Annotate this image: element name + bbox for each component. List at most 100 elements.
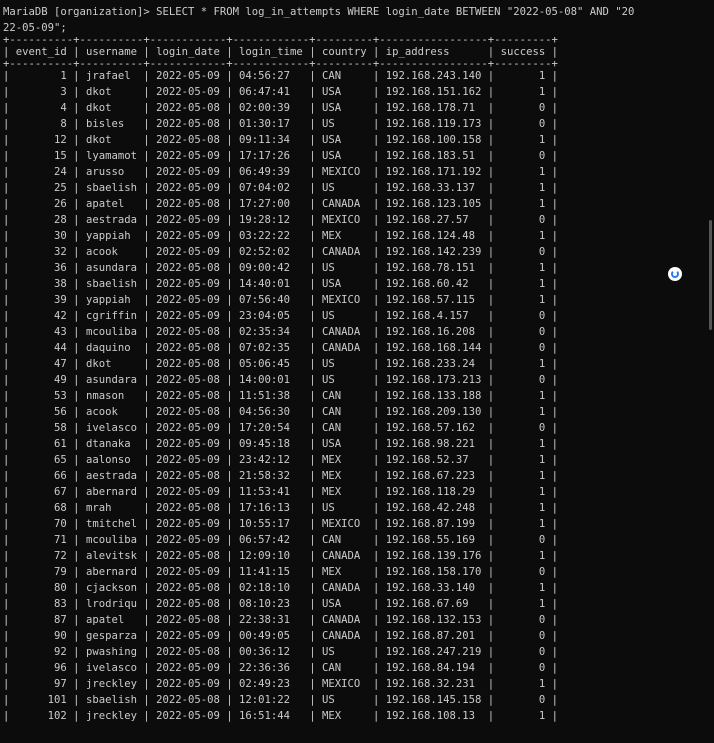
cell-login-time: 09:00:42 [239, 262, 303, 274]
column-separator: | [302, 70, 322, 82]
column-separator: | [366, 598, 386, 610]
column-separator: | [545, 550, 558, 562]
column-separator: | [66, 678, 86, 690]
column-separator: | [219, 294, 240, 306]
column-separator: | [219, 326, 240, 338]
column-separator: | [302, 710, 322, 722]
column-separator: | [302, 422, 322, 434]
cell-country: MEXICO [321, 294, 367, 306]
cell-login-time: 21:58:32 [239, 470, 303, 482]
column-separator: | [3, 710, 16, 722]
cell-event-id: 61 [15, 438, 67, 450]
cell-username: mcouliba [85, 326, 137, 338]
cell-login-time: 06:57:42 [239, 534, 303, 546]
column-separator: | [545, 134, 558, 146]
cell-event-id: 28 [15, 214, 67, 226]
cell-login-time: 02:52:02 [239, 246, 303, 258]
cell-ip-address: 192.168.233.24 [385, 358, 482, 370]
column-separator: | [545, 86, 558, 98]
column-separator: | [66, 390, 86, 402]
column-separator: | [66, 86, 86, 98]
cell-success: 1 [500, 454, 546, 466]
cell-event-id: 30 [15, 230, 67, 242]
column-separator: | [66, 150, 86, 162]
cell-event-id: 26 [15, 198, 67, 210]
cell-country: CAN [321, 390, 367, 402]
cell-login-time: 00:49:05 [239, 630, 303, 642]
cell-success: 0 [500, 150, 546, 162]
cell-login-time: 05:06:45 [239, 358, 303, 370]
column-separator: | [302, 438, 322, 450]
cell-success: 1 [500, 262, 546, 274]
column-separator: | [302, 390, 322, 402]
column-separator: | [545, 646, 558, 658]
column-separator: | [302, 326, 322, 338]
cell-ip-address: 192.168.84.194 [385, 662, 482, 674]
cell-login-date: 2022-05-08 [156, 358, 220, 370]
column-separator: | [3, 326, 16, 338]
table-border-header: +----------+----------+------------+----… [3, 58, 558, 70]
cell-country: US [321, 262, 367, 274]
cell-login-date: 2022-05-09 [156, 214, 220, 226]
cell-event-id: 71 [15, 534, 67, 546]
cell-username: asundara [85, 262, 137, 274]
column-separator: | [3, 518, 16, 530]
column-separator: | [66, 486, 86, 498]
column-separator: | [3, 566, 16, 578]
column-separator: | [66, 470, 86, 482]
column-separator: | [66, 550, 86, 562]
cell-success: 0 [500, 422, 546, 434]
cell-ip-address: 192.168.124.48 [385, 230, 482, 242]
column-separator: | [366, 582, 386, 594]
cell-login-date: 2022-05-09 [156, 518, 220, 530]
table-row: | 66 | aestrada | 2022-05-08 | 21:58:32 … [3, 468, 703, 484]
cell-login-date: 2022-05-09 [156, 486, 220, 498]
cell-login-date: 2022-05-08 [156, 374, 220, 386]
column-separator: | [481, 342, 501, 354]
cell-success: 1 [500, 294, 546, 306]
cell-country: US [321, 310, 367, 322]
column-separator: | [481, 326, 501, 338]
cell-success: 0 [500, 534, 546, 546]
vertical-scrollbar[interactable] [709, 220, 712, 330]
column-separator: | [136, 134, 157, 146]
table-row: | 68 | mrah | 2022-05-08 | 17:16:13 | US… [3, 500, 703, 516]
column-separator: | [302, 630, 322, 642]
cell-country: US [321, 694, 367, 706]
cell-success: 0 [500, 694, 546, 706]
cell-login-time: 02:18:10 [239, 582, 303, 594]
column-separator: | [219, 566, 240, 578]
column-separator: | [219, 134, 240, 146]
cell-country: MEX [321, 454, 367, 466]
column-separator: | [302, 374, 322, 386]
table-row: | 1 | jrafael | 2022-05-09 | 04:56:27 | … [3, 68, 703, 84]
column-separator: | [219, 534, 240, 546]
column-separator: | [366, 470, 386, 482]
column-separator: | [219, 598, 240, 610]
column-separator: | [302, 230, 322, 242]
cell-country: MEXICO [321, 678, 367, 690]
cell-login-time: 11:41:15 [239, 566, 303, 578]
cell-success: 0 [500, 630, 546, 642]
column-separator: | [545, 582, 558, 594]
table-row: | 39 | yappiah | 2022-05-09 | 07:56:40 |… [3, 292, 703, 308]
cell-login-time: 02:35:34 [239, 326, 303, 338]
column-separator: | [366, 678, 386, 690]
column-separator: | [302, 118, 322, 130]
cell-login-date: 2022-05-09 [156, 182, 220, 194]
column-separator: | [66, 518, 86, 530]
column-separator: | [66, 422, 86, 434]
column-separator: | [366, 278, 386, 290]
column-separator: | [366, 166, 386, 178]
cell-login-time: 07:04:02 [239, 182, 303, 194]
column-separator: | [366, 358, 386, 370]
column-separator: | [3, 246, 16, 258]
column-separator: | [219, 582, 240, 594]
column-separator: | [545, 518, 558, 530]
cell-username: cgriffin [85, 310, 137, 322]
table-row: | 43 | mcouliba | 2022-05-08 | 02:35:34 … [3, 324, 703, 340]
cell-country: USA [321, 438, 367, 450]
cell-login-date: 2022-05-09 [156, 438, 220, 450]
cell-success: 1 [500, 502, 546, 514]
cell-country: MEXICO [321, 214, 367, 226]
